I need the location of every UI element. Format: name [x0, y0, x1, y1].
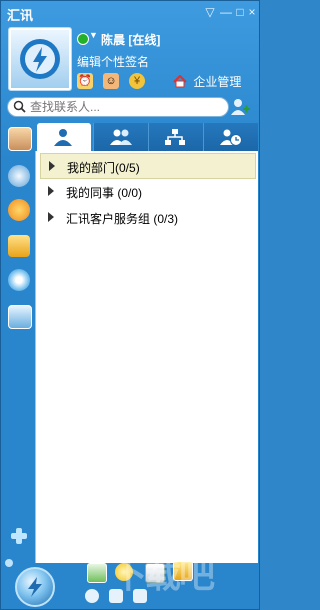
app-title: 汇讯 [7, 8, 34, 23]
org-chart-icon [165, 129, 185, 145]
smiley-icon[interactable] [8, 199, 30, 221]
expand-arrow-icon[interactable] [48, 186, 54, 196]
people-icon [110, 129, 132, 145]
signature-field[interactable]: 编辑个性签名 [77, 53, 149, 70]
group-label: 我的部门(0/5) [67, 159, 140, 176]
enterprise-management-button[interactable]: 企业管理 [173, 73, 241, 91]
menu-button[interactable]: ▽ [203, 5, 217, 19]
shopping-cart-icon[interactable] [8, 235, 30, 257]
user-avatar[interactable] [8, 27, 72, 91]
expand-arrow-icon[interactable] [49, 161, 55, 171]
tab-recent[interactable] [203, 123, 258, 151]
search-box[interactable] [7, 97, 229, 117]
settings-gear-icon[interactable] [85, 589, 99, 603]
user-status-text: [在线] [128, 33, 161, 47]
main-window: 汇讯 ▽ — □ × ▼ 陈晨 [在线] 编辑个性签名 ⏰ ☺ ¥ 企业管理 查… [0, 0, 260, 610]
group-row-my-department[interactable]: 我的部门(0/5) [40, 153, 256, 179]
app-logo-icon [20, 39, 60, 79]
group-row-my-colleagues[interactable]: 我的同事 (0/0) [40, 179, 254, 203]
tab-contacts[interactable] [37, 123, 91, 151]
indicator-dot-icon [5, 559, 13, 567]
status-dropdown-icon[interactable]: ▼ [89, 30, 98, 40]
group-name: 汇讯客户服务组 [66, 212, 151, 226]
group-name: 我的同事 [66, 186, 115, 200]
expand-arrow-icon[interactable] [48, 212, 54, 222]
app-logo-icon [28, 577, 42, 597]
search-icon [13, 100, 26, 113]
tab-organization[interactable] [148, 123, 203, 151]
online-status-icon[interactable] [77, 33, 89, 45]
contact-tabs [35, 123, 258, 151]
speaker-icon[interactable] [109, 589, 123, 603]
search-input[interactable] [30, 99, 220, 114]
lightbulb-icon[interactable] [115, 563, 133, 581]
left-app-bar [3, 123, 33, 563]
coin-icon[interactable]: ¥ [129, 73, 145, 89]
avatar-face-icon[interactable]: ☺ [103, 73, 119, 89]
add-contact-icon[interactable] [230, 97, 250, 117]
contact-card-icon[interactable] [8, 127, 32, 151]
group-label: 我的同事 (0/0) [66, 184, 142, 201]
puzzle-icon[interactable] [133, 589, 147, 603]
home-icon [173, 75, 187, 88]
user-name: 陈晨 [在线] [101, 31, 160, 48]
person-icon [54, 129, 72, 146]
title-bar[interactable]: 汇讯 ▽ — □ × [1, 1, 259, 25]
note-icon[interactable] [173, 561, 193, 581]
group-name: 我的部门 [67, 161, 116, 175]
window-app-icon[interactable] [8, 305, 32, 329]
main-menu-button[interactable] [15, 567, 55, 607]
user-name-text: 陈晨 [101, 33, 126, 47]
tab-groups[interactable] [93, 123, 148, 151]
plus-icon [11, 528, 27, 544]
mobile-3g-icon[interactable] [87, 563, 107, 583]
globe-icon[interactable] [8, 165, 30, 187]
recent-clock-icon [220, 129, 242, 146]
group-count: (0/5) [115, 161, 140, 175]
printer-icon[interactable] [145, 563, 165, 583]
group-label: 汇讯客户服务组 (0/3) [66, 210, 178, 227]
close-button[interactable]: × [245, 5, 259, 19]
group-count: (0/3) [153, 212, 179, 226]
add-app-icon[interactable] [8, 525, 30, 547]
contact-list: 我的部门(0/5) 我的同事 (0/0) 汇讯客户服务组 (0/3) [35, 151, 258, 563]
group-row-customer-service[interactable]: 汇讯客户服务组 (0/3) [40, 205, 254, 229]
alarm-clock-icon[interactable]: ⏰ [77, 73, 93, 89]
webcam-icon[interactable] [8, 269, 30, 291]
group-count: (0/0) [117, 186, 143, 200]
enterprise-management-label: 企业管理 [193, 75, 242, 89]
minimize-button[interactable]: — [219, 5, 233, 19]
